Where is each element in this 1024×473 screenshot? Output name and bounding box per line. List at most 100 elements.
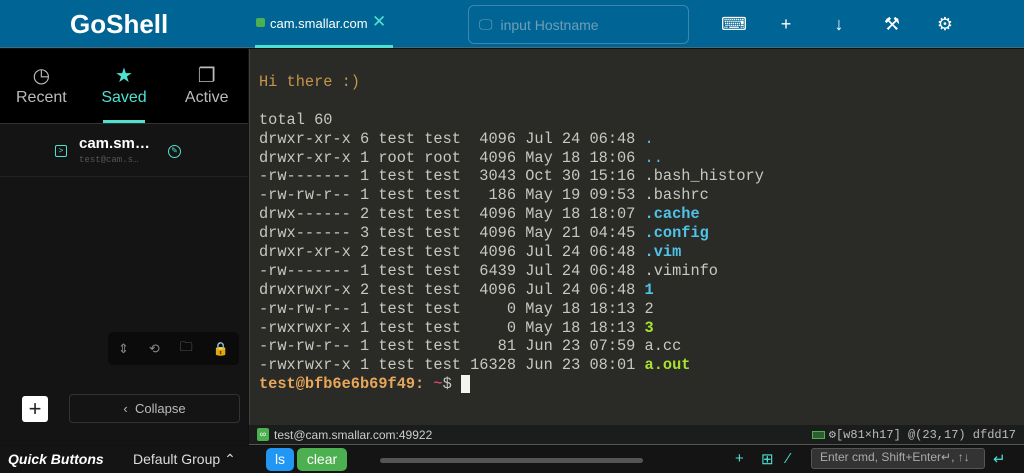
file-meta: drwxr-xr-x 1 root root 4096 May 18 18:06 bbox=[259, 148, 645, 167]
lock-icon[interactable]: 🔒 bbox=[213, 341, 229, 357]
file-name: .vim bbox=[644, 243, 682, 262]
enter-icon[interactable]: ↵ bbox=[993, 450, 1006, 468]
cursor bbox=[460, 375, 470, 394]
listing-row: -rwxrwxr-x 1 test test 0 May 18 18:13 3 bbox=[259, 319, 1024, 338]
link-icon: ∞ bbox=[257, 428, 269, 441]
pencil-icon[interactable]: ⁄ bbox=[787, 450, 790, 467]
sync-icon[interactable]: ⟲ bbox=[149, 341, 160, 357]
clock-icon: ◷ bbox=[32, 65, 51, 87]
keyboard-icon[interactable]: ⌨ bbox=[721, 12, 747, 36]
hostname-input[interactable]: 🖵 input Hostname bbox=[468, 5, 689, 44]
monitor-icon: 🖵 bbox=[479, 16, 493, 32]
listing-row: -rw-rw-r-- 1 test test 186 May 19 09:53 … bbox=[259, 186, 1024, 205]
terminal[interactable]: Hi there :) total 60 drwxr-xr-x 6 test t… bbox=[249, 49, 1024, 425]
prompt-line: test@bfb6e6b69f49: ~$ bbox=[259, 375, 1024, 394]
app-logo: GoShell bbox=[70, 9, 169, 39]
listing-row: drwxrwxr-x 2 test test 4096 Jul 24 06:48… bbox=[259, 281, 1024, 300]
hammer-icon[interactable]: ⚒ bbox=[880, 12, 904, 36]
listing-row: -rw------- 1 test test 6439 Jul 24 06:48… bbox=[259, 262, 1024, 281]
prompt-path: ~ bbox=[424, 375, 443, 394]
file-meta: drwx------ 2 test test 4096 May 18 18:07 bbox=[259, 205, 645, 224]
collapse-button[interactable]: ‹ Collapse bbox=[69, 394, 240, 423]
plus-icon[interactable]: + bbox=[774, 12, 798, 36]
tab-label: Recent bbox=[15, 89, 67, 106]
add-button[interactable]: + bbox=[22, 396, 48, 422]
file-meta: -rwxrwxr-x 1 test test 16328 Jun 23 08:0… bbox=[259, 356, 645, 375]
file-name: .. bbox=[644, 148, 663, 167]
saved-host-item[interactable]: > cam.sm… test@cam.s… ✎ bbox=[0, 125, 248, 177]
file-name: .viminfo bbox=[644, 261, 718, 280]
hostname-placeholder: input Hostname bbox=[500, 16, 599, 33]
folder-icon[interactable]: 🗀 bbox=[180, 338, 193, 360]
tab-label: Active bbox=[184, 89, 229, 106]
keyboard-icon[interactable] bbox=[811, 430, 825, 439]
host-user: test@cam.s… bbox=[79, 155, 139, 165]
host-name: cam.sm… bbox=[79, 135, 150, 152]
quick-button-ls[interactable]: ls bbox=[266, 448, 294, 471]
file-name: .cache bbox=[644, 205, 700, 224]
group-label: Default Group bbox=[133, 451, 221, 467]
listing-row: -rw-rw-r-- 1 test test 81 Jun 23 07:59 a… bbox=[259, 337, 1024, 356]
connection-address: test@cam.smallar.com:49922 bbox=[274, 428, 433, 442]
close-icon[interactable]: ✕ bbox=[372, 12, 386, 32]
session-tab[interactable]: cam.smallar.com ✕ bbox=[255, 0, 393, 48]
listing-row: drwxr-xr-x 2 test test 4096 Jul 24 06:48… bbox=[259, 243, 1024, 262]
file-name: .bash_history bbox=[644, 167, 764, 186]
file-meta: -rw-rw-r-- 1 test test 81 Jun 23 07:59 bbox=[259, 337, 645, 356]
file-meta: -rw------- 1 test test 6439 Jul 24 06:48 bbox=[259, 261, 645, 280]
star-icon: ★ bbox=[115, 65, 133, 87]
quick-button-clear[interactable]: clear bbox=[297, 448, 347, 471]
windows-icon: ❐ bbox=[197, 65, 216, 87]
greeting: Hi there :) bbox=[259, 73, 360, 91]
prompt-user: test@bfb6e6b69f49: bbox=[259, 375, 425, 394]
terminal-icon: > bbox=[55, 145, 67, 157]
file-meta: drwx------ 3 test test 4096 May 21 04:45 bbox=[259, 224, 645, 243]
group-select[interactable]: Default Group ⌃ bbox=[133, 451, 236, 468]
listing-row: -rw------- 1 test test 3043 Oct 30 15:16… bbox=[259, 167, 1024, 186]
tab-active[interactable]: ❐ Active bbox=[165, 49, 248, 123]
file-name: 1 bbox=[644, 280, 654, 299]
add-box-icon[interactable]: ⊞ bbox=[761, 450, 774, 468]
listing-row: drwx------ 2 test test 4096 May 18 18:07… bbox=[259, 205, 1024, 224]
file-meta: -rwxrwxr-x 1 test test 0 May 18 18:13 bbox=[259, 318, 645, 337]
gear-icon[interactable]: ⚙ bbox=[933, 12, 957, 36]
quick-bar: Quick Buttons Default Group ⌃ ls clear +… bbox=[0, 446, 1024, 473]
tab-saved[interactable]: ★ Saved bbox=[83, 49, 166, 123]
tab-recent[interactable]: ◷ Recent bbox=[0, 49, 83, 123]
listing-row: drwxr-xr-x 6 test test 4096 Jul 24 06:48… bbox=[259, 130, 1024, 149]
file-name: .config bbox=[644, 224, 709, 243]
sidebar: ◷ Recent ★ Saved ❐ Active > cam.sm… test@ca… bbox=[0, 49, 248, 445]
file-meta: -rw------- 1 test test 3043 Oct 30 15:16 bbox=[259, 167, 645, 186]
split-icon[interactable]: ⇕ bbox=[118, 341, 129, 357]
file-name: . bbox=[644, 129, 654, 148]
listing-row: drwxr-xr-x 1 root root 4096 May 18 18:06… bbox=[259, 149, 1024, 168]
file-meta: -rw-rw-r-- 1 test test 0 May 18 18:13 bbox=[259, 299, 645, 318]
file-name: 2 bbox=[644, 299, 654, 318]
file-meta: drwxrwxr-x 2 test test 4096 Jul 24 06:48 bbox=[259, 280, 645, 299]
file-meta: drwxr-xr-x 2 test test 4096 Jul 24 06:48 bbox=[259, 243, 645, 262]
file-name: a.out bbox=[644, 356, 691, 375]
plus-icon[interactable]: + bbox=[735, 450, 744, 467]
header-bar: GoShell cam.smallar.com ✕ 🖵 input Hostna… bbox=[0, 0, 1024, 48]
edit-icon[interactable]: ✎ bbox=[168, 145, 181, 158]
collapse-label: Collapse bbox=[134, 401, 186, 416]
gear-icon[interactable]: ⚙ bbox=[829, 428, 836, 442]
listing-row: -rw-rw-r-- 1 test test 0 May 18 18:13 2 bbox=[259, 300, 1024, 319]
file-name: .bashrc bbox=[644, 186, 709, 205]
listing-row: -rwxrwxr-x 1 test test 16328 Jun 23 08:0… bbox=[259, 356, 1024, 375]
status-dot-icon bbox=[256, 18, 265, 27]
prompt-symbol: $ bbox=[442, 375, 461, 394]
chevron-up-icon: ⌃ bbox=[224, 451, 236, 467]
tool-group: ⇕ ⟲ 🗀 🔒 bbox=[108, 332, 239, 365]
file-name: 3 bbox=[644, 318, 654, 337]
file-name: a.cc bbox=[644, 337, 682, 356]
terminal-info: [w81×h17] @(23,17) dfdd17 bbox=[835, 428, 1016, 442]
file-meta: -rw-rw-r-- 1 test test 186 May 19 09:53 bbox=[259, 186, 645, 205]
tab-label: cam.smallar.com bbox=[270, 16, 368, 31]
quick-buttons-label: Quick Buttons bbox=[8, 451, 104, 467]
command-input[interactable]: Enter cmd, Shift+Enter↵, ↑↓ bbox=[811, 448, 985, 469]
listing-row: drwx------ 3 test test 4096 May 21 04:45… bbox=[259, 224, 1024, 243]
download-icon[interactable]: ↓ bbox=[827, 12, 851, 36]
status-bar: ∞ test@cam.smallar.com:49922 ⚙[w81×h17] … bbox=[249, 425, 1024, 445]
scrollbar[interactable] bbox=[380, 458, 643, 463]
